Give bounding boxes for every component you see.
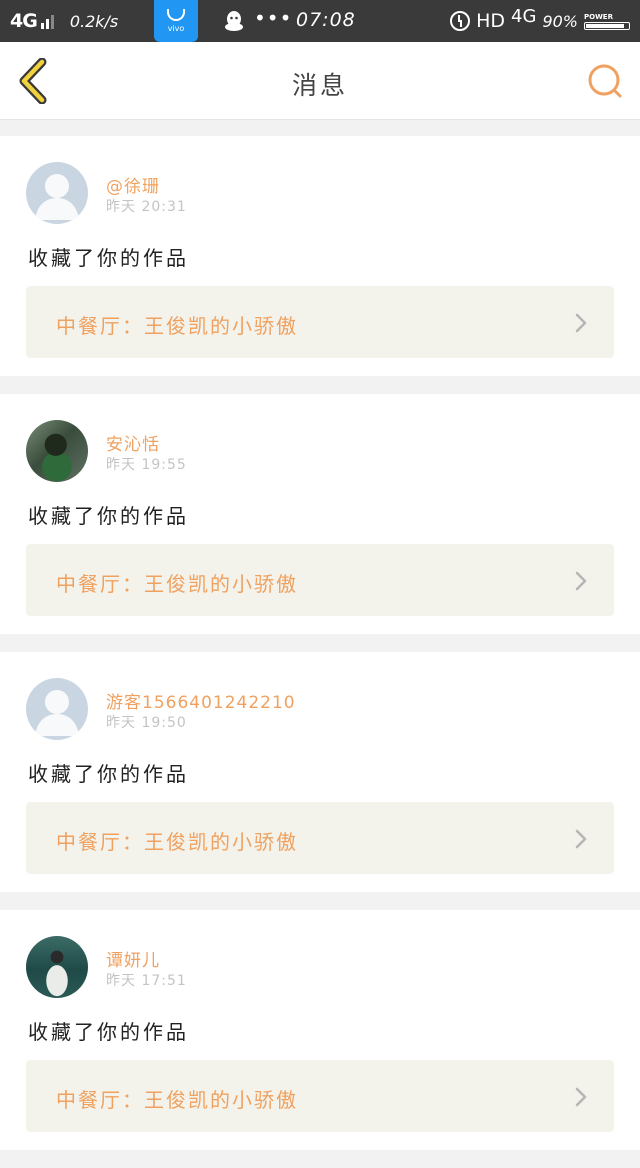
action-text: 收藏了你的作品	[28, 1020, 189, 1044]
battery-percent: 90%	[542, 11, 578, 31]
network-speed: 0.2k/s	[69, 11, 119, 31]
status-bar: 4G 0.2k/s vivo ••• 07:08 HD 4G 90% POWER	[0, 0, 640, 42]
chevron-right-icon	[575, 571, 587, 591]
message-card: 游客1566401242210 昨天 19:50 收藏了你的作品 中餐厅：王俊凯…	[0, 652, 640, 892]
action-text: 收藏了你的作品	[28, 504, 189, 528]
message-time: 昨天 17:51	[106, 973, 187, 989]
message-list: @徐珊 昨天 20:31 收藏了你的作品 中餐厅：王俊凯的小骄傲 安沁恬 昨天 …	[0, 136, 640, 1168]
work-link[interactable]: 中餐厅：王俊凯的小骄傲	[26, 544, 614, 616]
work-title: 中餐厅：王俊凯的小骄傲	[56, 572, 298, 596]
action-text: 收藏了你的作品	[28, 246, 189, 270]
work-link[interactable]: 中餐厅：王俊凯的小骄傲	[26, 802, 614, 874]
photo-avatar[interactable]	[26, 936, 88, 998]
user-name[interactable]: 谭妍儿	[106, 946, 160, 971]
work-title: 中餐厅：王俊凯的小骄傲	[56, 314, 298, 338]
photo-avatar[interactable]	[26, 420, 88, 482]
more-notifications-icon: •••	[254, 6, 293, 30]
chevron-right-icon	[575, 313, 587, 333]
user-name[interactable]: 安沁恬	[106, 430, 160, 455]
action-text: 收藏了你的作品	[28, 762, 189, 786]
clock: 07:08	[296, 9, 356, 31]
user-name[interactable]: @徐珊	[106, 172, 160, 197]
qq-icon	[225, 11, 243, 31]
search-button[interactable]	[586, 62, 624, 100]
default-avatar[interactable]	[26, 162, 88, 224]
battery-icon: POWER	[584, 13, 630, 30]
vivo-store-icon: vivo	[154, 0, 198, 42]
battery-label: POWER	[584, 12, 613, 21]
work-link[interactable]: 中餐厅：王俊凯的小骄傲	[26, 1060, 614, 1132]
status-bar-left: 4G 0.2k/s	[0, 0, 118, 42]
alarm-icon	[450, 11, 471, 31]
vivo-label: vivo	[167, 24, 185, 33]
page-title: 消息	[291, 71, 348, 100]
person-icon	[35, 690, 79, 736]
chevron-right-icon	[575, 829, 587, 849]
default-avatar[interactable]	[26, 678, 88, 740]
signal-icon	[40, 13, 54, 29]
message-card: @徐珊 昨天 20:31 收藏了你的作品 中餐厅：王俊凯的小骄傲	[0, 136, 640, 376]
navigation-header: 消息	[0, 42, 640, 120]
person-icon	[35, 174, 79, 220]
message-time: 昨天 19:55	[106, 457, 187, 473]
chevron-right-icon	[575, 1087, 587, 1107]
network-type: 4G	[10, 10, 38, 32]
hd-indicator: HD	[476, 10, 506, 32]
work-title: 中餐厅：王俊凯的小骄傲	[56, 830, 298, 854]
work-title: 中餐厅：王俊凯的小骄傲	[56, 1088, 298, 1112]
message-time: 昨天 19:50	[106, 715, 187, 731]
status-bar-right: HD 4G 90% POWER	[450, 0, 630, 42]
user-name[interactable]: 游客1566401242210	[106, 688, 296, 713]
message-card: 安沁恬 昨天 19:55 收藏了你的作品 中餐厅：王俊凯的小骄傲	[0, 394, 640, 634]
message-time: 昨天 20:31	[106, 199, 187, 215]
message-card: 谭妍儿 昨天 17:51 收藏了你的作品 中餐厅：王俊凯的小骄傲	[0, 910, 640, 1150]
network-type-secondary: 4G	[511, 5, 537, 27]
work-link[interactable]: 中餐厅：王俊凯的小骄傲	[26, 286, 614, 358]
